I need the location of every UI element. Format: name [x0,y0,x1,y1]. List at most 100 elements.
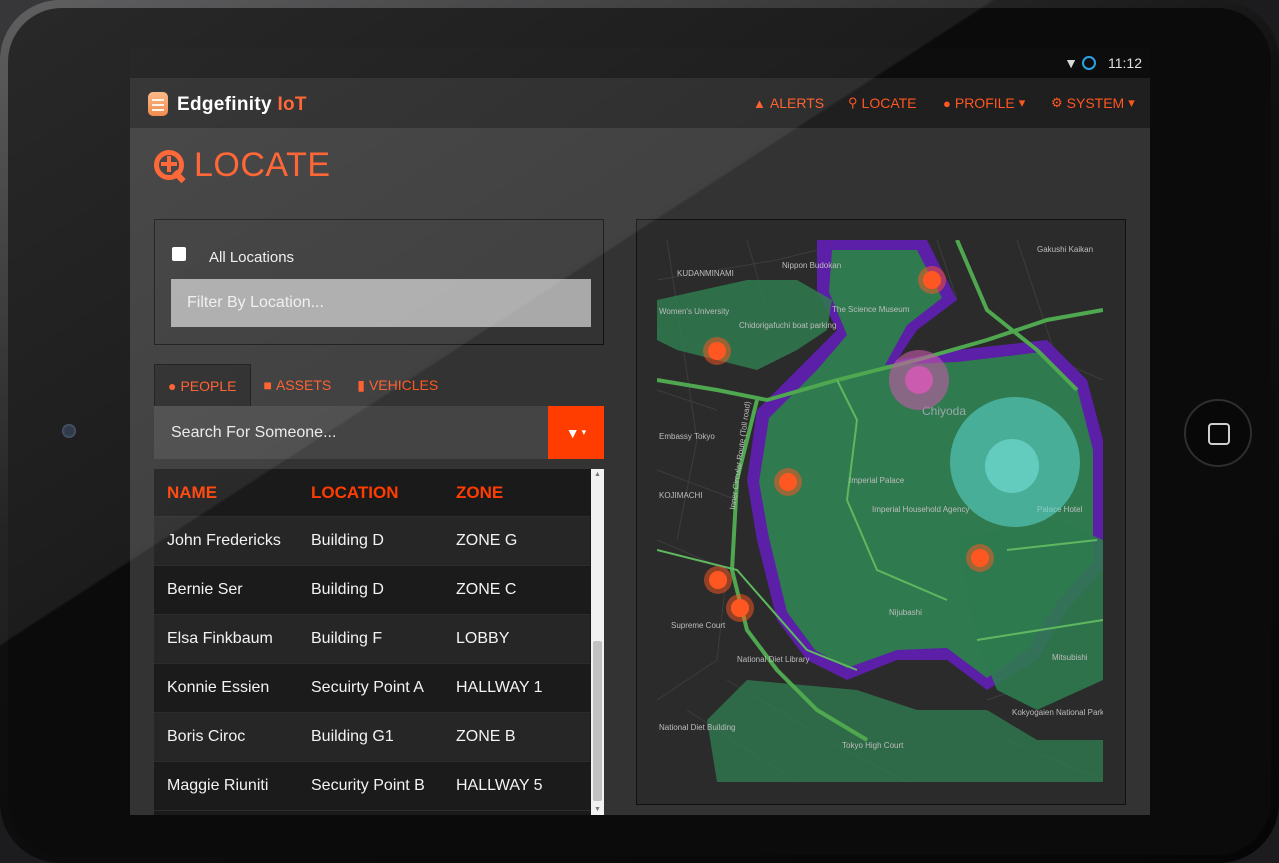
map-label: Nijubashi [889,608,922,617]
tab-assets[interactable]: ■ ASSETS [251,364,345,406]
cell-name: Bernie Ser [154,565,298,615]
map-label: Mitsubishi [1052,653,1088,662]
map-label: The Science Museum [832,305,910,314]
map-label: Embassy Tokyo [659,432,715,441]
zoom-in-icon [154,149,186,183]
status-bar: ▼ 11:12 [130,48,1150,78]
nav-profile-label: PROFILE [954,95,1015,111]
nav-alerts-label: ALERTS [769,95,825,111]
location-map[interactable]: Nippon Budokan The Science Museum Women'… [657,240,1103,782]
brand-logo-icon[interactable] [148,92,168,116]
location-filter-panel: All Locations [154,219,604,345]
brand-name[interactable]: Edgefinity IoT [177,94,307,116]
table-scrollbar[interactable]: ▲ ▼ [591,469,604,815]
nav-locate[interactable]: ⚲ LOCATE [848,95,917,111]
map-label: National Diet Library [737,655,809,664]
table-row[interactable]: Boris Ciroc Building G1 ZONE B [154,712,590,762]
people-search-input[interactable] [154,406,547,459]
table-row[interactable]: Maggie Riuniti Security Point B HALLWAY … [154,761,590,811]
map-marker-dot [779,473,797,491]
map-label: Chidorigafuchi boat parking [739,321,836,330]
tab-people[interactable]: ● PEOPLE [154,364,251,406]
cell-name: Elsa Finkbaum [154,614,298,664]
page-title: LOCATE [154,146,331,185]
map-label: KOJIMACHI [659,491,703,500]
nav-profile[interactable]: ● PROFILE ▾ [943,95,1025,111]
map-marker-dot [731,599,749,617]
cube-icon: ■ [263,377,272,393]
cell-zone: ZONE B [443,712,590,762]
cell-location: Building D [298,516,443,566]
zone-highlight-pink-core [905,366,933,394]
column-header-zone[interactable]: ZONE [443,469,590,517]
map-label: Nippon Budokan [782,261,841,270]
table-row[interactable]: John Fredericks Building D ZONE G [154,516,590,566]
map-label: National Diet Building [659,723,736,732]
map-marker-dot [709,571,727,589]
map-label: Gakushi Kaikan [1037,245,1093,254]
gear-icon: ⚙ [1051,95,1063,110]
cell-name: Boris Ciroc [154,712,298,762]
scroll-up-icon[interactable]: ▲ [594,471,601,478]
map-panel: Nippon Budokan The Science Museum Women'… [636,219,1126,805]
home-square-icon [1208,423,1230,445]
map-label: Imperial Palace [849,476,905,485]
people-search-bar: ▼ ▾ [154,406,604,459]
column-header-location[interactable]: LOCATION [298,469,443,517]
zone-highlight-cyan-core [985,439,1039,493]
cell-location: Building G1 [298,712,443,762]
scroll-down-icon[interactable]: ▼ [594,806,601,813]
brand-main: Edgefinity [177,94,272,115]
entity-tabs: ● PEOPLE ■ ASSETS ▮ VEHICLES [154,364,451,406]
cell-zone: ZONE G [443,516,590,566]
nav-system-label: SYSTEM [1066,95,1125,111]
filter-icon: ▼ [565,424,580,441]
cell-zone: LOBBY [443,614,590,664]
caret-down-icon: ▾ [581,427,587,437]
people-table: NAME LOCATION ZONE John Fredericks Build… [154,469,604,815]
all-locations-checkbox[interactable] [172,247,186,261]
cell-name: Konnie Essien [154,663,298,713]
cell-location: Building F [298,614,443,664]
table-row[interactable]: Konnie Essien Secuirty Point A HALLWAY 1 [154,663,590,713]
location-filter-input[interactable] [171,279,591,327]
table-row[interactable]: Bernie Ser Building D ZONE C [154,565,590,615]
filter-dropdown-button[interactable]: ▼ ▾ [548,406,604,459]
search-icon: ⚲ [848,95,858,110]
truck-icon: ▮ [357,376,365,393]
map-label: Kokyogaien National Park [1012,708,1103,717]
map-marker-dot [923,271,941,289]
app-screen: ▼ 11:12 Edgefinity IoT ▲ ALERTS ⚲ LOCATE… [130,48,1150,815]
status-time: 11:12 [1108,55,1142,71]
cell-zone: HALLWAY 1 [443,663,590,713]
person-icon: ● [943,95,951,111]
map-label: Imperial Household Agency [872,505,969,514]
scrollbar-thumb[interactable] [593,641,602,801]
brand-accent: IoT [277,94,307,115]
front-camera [62,424,76,438]
map-marker-dot [708,342,726,360]
caret-down-icon: ▾ [1128,95,1135,110]
page-title-text: LOCATE [194,146,331,184]
map-marker-dot [971,549,989,567]
map-label: Women's University [659,307,729,316]
cell-zone: ZONE C [443,565,590,615]
tab-vehicles[interactable]: ▮ VEHICLES [344,364,451,406]
all-locations-label: All Locations [209,249,295,266]
nav-locate-label: LOCATE [861,95,917,111]
person-icon: ● [168,377,177,394]
cell-zone: HALLWAY 5 [443,761,590,811]
top-navbar: Edgefinity IoT ▲ ALERTS ⚲ LOCATE ● PROFI… [130,78,1150,128]
wifi-icon: ▼ [1064,55,1078,71]
table-row[interactable]: Elsa Finkbaum Building F LOBBY [154,614,590,664]
map-label: Tokyo High Court [842,741,904,750]
cell-location: Building D [298,565,443,615]
caret-down-icon: ▾ [1018,95,1026,110]
home-button[interactable] [1184,399,1252,467]
nav-alerts[interactable]: ▲ ALERTS [753,95,824,111]
map-label: KUDANMINAMI [677,269,734,278]
column-header-name[interactable]: NAME [154,469,298,517]
nav-system[interactable]: ⚙ SYSTEM ▾ [1051,95,1135,111]
sync-icon [1082,56,1096,70]
map-label: Supreme Court [671,621,726,630]
